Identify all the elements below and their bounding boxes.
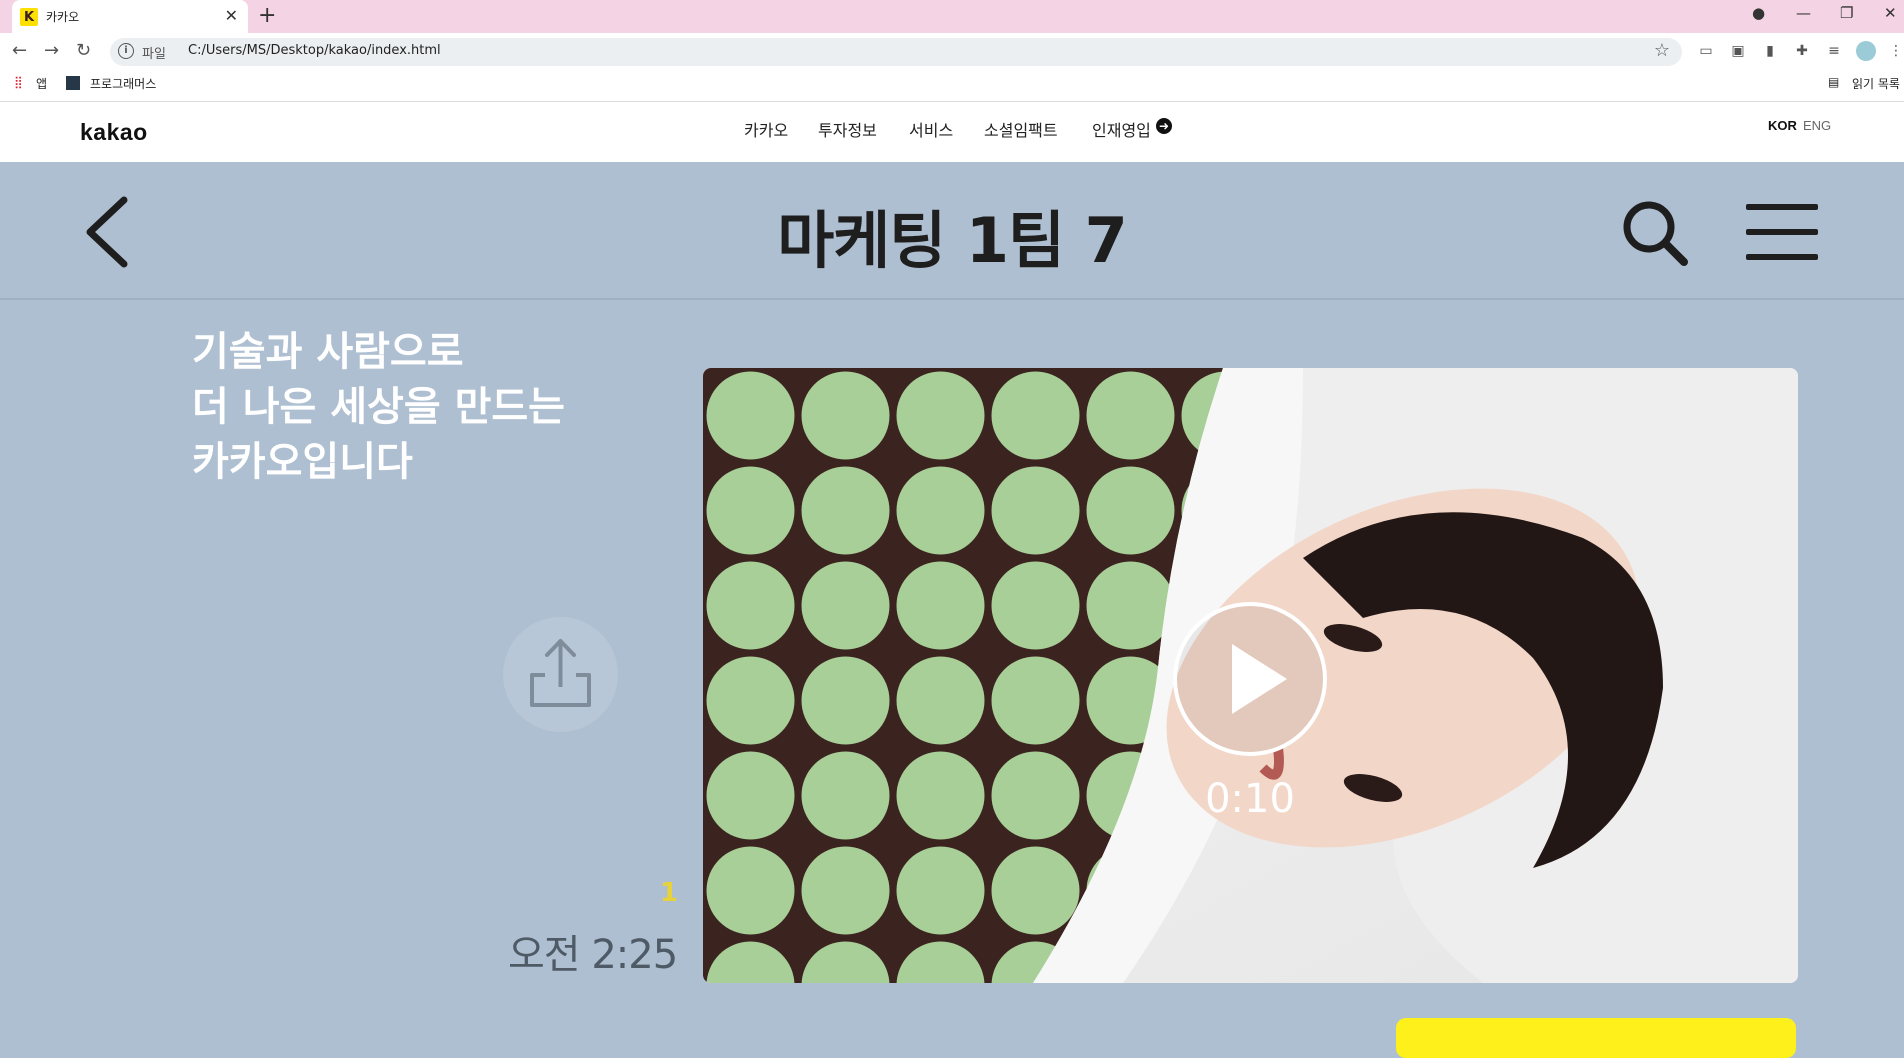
extension-icon[interactable]: ▮ xyxy=(1762,43,1778,59)
chat-room-title: 마케팅 1팀 7 xyxy=(777,204,1128,277)
headline-line: 더 나은 세상을 만드는 xyxy=(192,384,565,430)
address-bar[interactable]: i 파일 C:/Users/MS/Desktop/kakao/index.htm… xyxy=(110,38,1682,66)
reload-icon[interactable]: ↻ xyxy=(76,40,91,61)
nav-item-investment[interactable]: 투자정보 xyxy=(818,117,877,141)
url-text[interactable]: C:/Users/MS/Desktop/kakao/index.html xyxy=(188,43,441,58)
url-scheme-label: 파일 xyxy=(142,47,166,62)
share-icon xyxy=(530,639,591,707)
hamburger-menu-icon[interactable] xyxy=(1744,202,1820,262)
profile-avatar[interactable] xyxy=(1856,41,1876,61)
puzzle-extensions-icon[interactable]: ✚ xyxy=(1794,43,1810,59)
headline-line: 기술과 사람으로 xyxy=(192,329,464,375)
restore-button[interactable]: ❐ xyxy=(1840,4,1853,22)
kakao-logo[interactable]: kakao xyxy=(80,119,148,146)
message-timestamp: 오전 2:25 xyxy=(508,932,678,978)
reading-list-label[interactable]: 읽기 목록 xyxy=(1852,75,1904,92)
bookmark-programmers[interactable]: 프로그래머스 xyxy=(90,75,156,92)
forward-arrow-icon[interactable]: → xyxy=(44,40,59,61)
new-tab-button[interactable]: + xyxy=(258,3,276,28)
search-icon[interactable] xyxy=(1620,198,1690,268)
headline-line: 카카오입니다 xyxy=(192,439,413,485)
extension-icon[interactable]: ▭ xyxy=(1698,43,1714,59)
profile-dropdown-icon[interactable]: ● xyxy=(1752,4,1765,22)
extension-icon[interactable]: ▣ xyxy=(1730,43,1746,59)
lang-eng[interactable]: ENG xyxy=(1803,118,1831,133)
my-message-bubble[interactable] xyxy=(1396,1018,1796,1058)
info-icon[interactable]: i xyxy=(118,43,134,59)
play-button[interactable] xyxy=(1173,602,1327,756)
close-window-button[interactable]: ✕ xyxy=(1884,4,1897,22)
bookmark-star-icon[interactable]: ☆ xyxy=(1654,40,1670,61)
unread-count: 1 xyxy=(660,878,679,908)
back-arrow-icon[interactable]: ← xyxy=(12,40,27,61)
nav-item-service[interactable]: 서비스 xyxy=(909,117,953,141)
browser-tab[interactable]: K 카카오 ✕ xyxy=(12,0,248,33)
bookmark-apps[interactable]: 앱 xyxy=(36,75,47,92)
minimize-button[interactable]: — xyxy=(1796,4,1811,22)
external-arrow-icon: ➜ xyxy=(1156,118,1172,134)
apps-grid-icon[interactable]: ⣿ xyxy=(14,75,23,89)
kakao-favicon-icon: K xyxy=(20,8,38,26)
share-button[interactable] xyxy=(503,617,618,732)
headline: 기술과 사람으로 더 나은 세상을 만드는 카카오입니다 xyxy=(192,325,565,490)
programmers-icon xyxy=(66,76,80,90)
video-duration: 0:10 xyxy=(1205,776,1295,822)
play-icon xyxy=(1232,644,1287,714)
media-control-icon[interactable]: ≡ xyxy=(1826,43,1842,59)
tab-close-icon[interactable]: ✕ xyxy=(225,6,238,25)
nav-item-kakao[interactable]: 카카오 xyxy=(744,117,788,141)
reading-list-icon[interactable]: ▤ xyxy=(1828,75,1839,89)
nav-item-recruit[interactable]: 인재영입 xyxy=(1092,117,1151,141)
browser-tab-bar xyxy=(0,0,1904,33)
lang-kor[interactable]: KOR xyxy=(1768,118,1797,133)
nav-item-social-impact[interactable]: 소셜임팩트 xyxy=(984,117,1058,141)
bookmarks-bar xyxy=(0,69,1904,102)
tab-title: 카카오 xyxy=(46,10,80,24)
browser-menu-icon[interactable]: ⋮ xyxy=(1888,43,1904,59)
